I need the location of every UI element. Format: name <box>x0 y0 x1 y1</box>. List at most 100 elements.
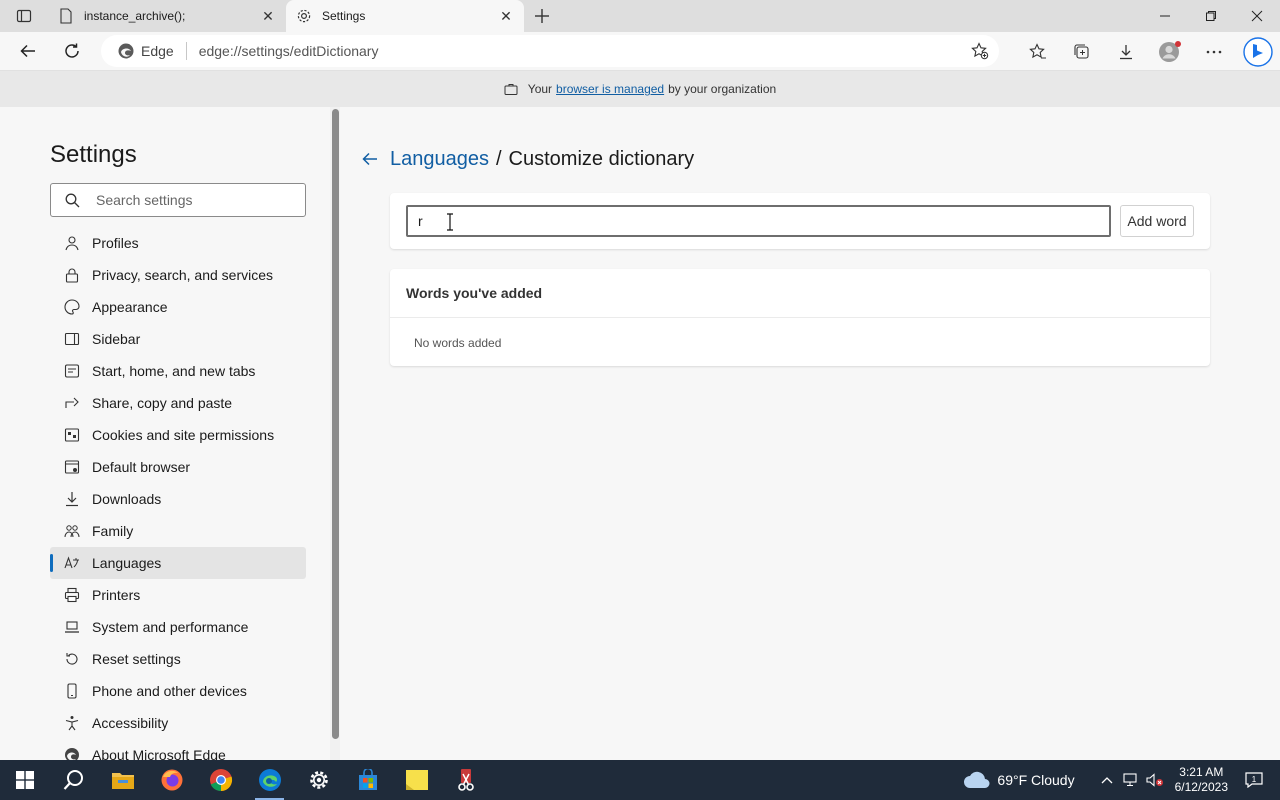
briefcase-icon <box>504 84 518 95</box>
managed-text-prefix: Your <box>527 82 553 96</box>
edge-icon <box>118 43 134 59</box>
sidebar-item-sidebar[interactable]: Sidebar <box>50 323 306 355</box>
restore-button[interactable] <box>1188 0 1234 32</box>
phone-icon <box>64 683 80 699</box>
refresh-icon <box>65 43 79 58</box>
taskbar-search-button[interactable] <box>49 760 98 800</box>
collections-button[interactable] <box>1060 32 1104 71</box>
back-arrow-icon[interactable] <box>358 147 382 171</box>
sidebar-item-languages[interactable]: Languages <box>50 547 306 579</box>
sidebar-item-reset-settings[interactable]: Reset settings <box>50 643 306 675</box>
toolbar-actions <box>1016 32 1280 71</box>
taskbar-clock[interactable]: 3:21 AM 6/12/2023 <box>1175 765 1228 795</box>
search-settings-box[interactable] <box>50 183 306 217</box>
back-button[interactable] <box>6 34 50 68</box>
taskbar-snipping-tool[interactable] <box>441 760 490 800</box>
chrome-icon <box>209 769 232 792</box>
downloads-button[interactable] <box>1104 32 1148 71</box>
browser-managed-link[interactable]: browser is managed <box>556 82 664 96</box>
edge-icon <box>258 769 281 791</box>
breadcrumb-languages-link[interactable]: Languages <box>390 148 489 171</box>
system-tray: 69°F Cloudy 3:21 AM 6/12/2023 1 <box>963 760 1280 800</box>
profile-button[interactable] <box>1148 32 1192 71</box>
close-window-button[interactable] <box>1234 0 1280 32</box>
minimize-button[interactable] <box>1142 0 1188 32</box>
settings-nav-list: Profiles Privacy, search, and services App… <box>50 227 306 760</box>
taskbar-sticky-notes[interactable] <box>392 760 441 800</box>
sidebar-item-label: Family <box>92 523 134 539</box>
taskbar-firefox[interactable] <box>147 760 196 800</box>
breadcrumb-separator: / <box>495 147 502 170</box>
refresh-button[interactable] <box>50 34 94 68</box>
add-word-button[interactable]: Add word <box>1120 205 1194 237</box>
taskbar-store[interactable] <box>343 760 392 800</box>
clock-date: 6/12/2023 <box>1174 780 1228 794</box>
star-add-icon <box>971 42 989 60</box>
taskbar-settings[interactable] <box>294 760 343 800</box>
network-icon[interactable] <box>1119 773 1143 787</box>
add-favorite-button[interactable] <box>971 42 989 63</box>
edge-icon <box>64 747 80 760</box>
palette-icon <box>64 299 80 315</box>
main-content: Languages / Customize dictionary Add wor… <box>340 107 1280 760</box>
weather-widget[interactable]: 69°F Cloudy <box>963 771 1075 789</box>
text-cursor-icon <box>447 213 453 231</box>
windows-logo-icon <box>15 771 34 789</box>
url-text[interactable]: edge://settings/editDictionary <box>199 43 379 59</box>
sidebar-item-downloads[interactable]: Downloads <box>50 483 306 515</box>
sidebar-item-profiles[interactable]: Profiles <box>50 227 306 259</box>
site-identity[interactable]: Edge <box>117 42 174 60</box>
sidebar-scrollbar[interactable] <box>330 107 340 760</box>
bing-icon <box>1243 36 1273 67</box>
gear-icon <box>309 771 328 789</box>
clock-time: 3:21 AM <box>1179 765 1224 779</box>
sidebar-item-phone-and-other-devices[interactable]: Phone and other devices <box>50 675 306 707</box>
start-button[interactable] <box>0 760 49 800</box>
sidebar-item-cookies-and-site-permissions[interactable]: Cookies and site permissions <box>50 419 306 451</box>
sidebar-item-family[interactable]: Family <box>50 515 306 547</box>
taskbar-chrome[interactable] <box>196 760 245 800</box>
no-words-message: No words added <box>414 336 502 350</box>
notifications-icon[interactable]: 1 <box>1242 772 1266 788</box>
address-bar[interactable]: Edge edge://settings/editDictionary <box>101 35 999 67</box>
close-icon[interactable]: ✕ <box>498 8 514 24</box>
new-tab-button[interactable] <box>524 0 560 32</box>
more-menu-button[interactable] <box>1192 32 1236 71</box>
breadcrumb: Languages / Customize dictionary <box>358 147 694 171</box>
sidebar-item-label: Start, home, and new tabs <box>92 363 256 379</box>
chevron-up-icon[interactable] <box>1095 776 1119 784</box>
search-icon <box>65 193 80 207</box>
site-identity-label: Edge <box>141 43 174 59</box>
sidebar-item-default-browser[interactable]: Default browser <box>50 451 306 483</box>
sidebar-item-system-and-performance[interactable]: System and performance <box>50 611 306 643</box>
search-input[interactable] <box>96 192 276 208</box>
close-icon[interactable]: ✕ <box>260 8 276 24</box>
sidebar-item-privacy-search-and-services[interactable]: Privacy, search, and services <box>50 259 306 291</box>
sidebar-item-label: System and performance <box>92 619 249 635</box>
sidebar-item-share-copy-and-paste[interactable]: Share, copy and paste <box>50 387 306 419</box>
tab-actions-button[interactable] <box>0 0 48 32</box>
scrollbar-thumb[interactable] <box>332 109 339 739</box>
page-title: Settings <box>50 141 137 168</box>
sidebar-item-label: Reset settings <box>92 651 181 667</box>
added-words-heading: Words you've added <box>406 285 543 301</box>
taskbar-edge[interactable] <box>245 760 294 800</box>
tab-instance-archive[interactable]: instance_archive(); ✕ <box>48 0 286 32</box>
windows-taskbar: 69°F Cloudy 3:21 AM 6/12/2023 1 <box>0 760 1280 800</box>
bing-button[interactable] <box>1236 32 1280 71</box>
sidebar-item-printers[interactable]: Printers <box>50 579 306 611</box>
add-word-input[interactable] <box>406 205 1111 237</box>
sidebar-item-label: Downloads <box>92 491 162 507</box>
arrow-left-icon <box>20 44 35 58</box>
volume-muted-icon[interactable] <box>1143 773 1167 787</box>
favorites-button[interactable] <box>1016 32 1060 71</box>
sidebar-item-start-home-and-new-tabs[interactable]: Start, home, and new tabs <box>50 355 306 387</box>
ellipsis-icon <box>1206 50 1222 53</box>
tab-settings[interactable]: Settings ✕ <box>286 0 524 32</box>
sidebar-icon <box>64 331 80 347</box>
sidebar-item-about-microsoft-edge[interactable]: About Microsoft Edge <box>50 739 306 760</box>
sidebar-item-appearance[interactable]: Appearance <box>50 291 306 323</box>
sidebar-item-accessibility[interactable]: Accessibility <box>50 707 306 739</box>
taskbar-file-explorer[interactable] <box>98 760 147 800</box>
address-separator <box>185 42 187 60</box>
